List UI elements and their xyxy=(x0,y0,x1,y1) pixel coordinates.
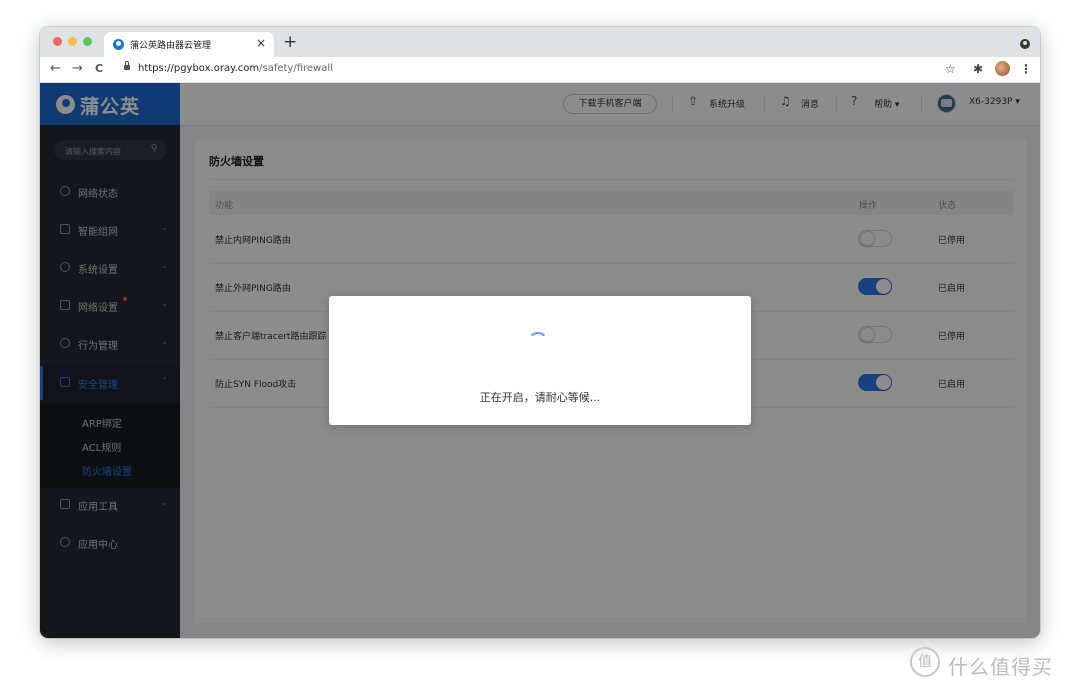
bookmark-star-icon[interactable]: ☆ xyxy=(945,61,956,77)
tab-title: 蒲公英路由器云管理 xyxy=(130,41,212,51)
lock-icon[interactable] xyxy=(124,61,130,70)
new-tab-button[interactable]: + xyxy=(283,32,297,52)
watermark-logo-icon: 值 xyxy=(910,647,940,677)
forward-button[interactable]: → xyxy=(72,61,83,77)
extensions-icon[interactable]: ✱ xyxy=(973,61,983,77)
url-path: /safety/firewall xyxy=(259,63,333,74)
tab-strip: 蒲公英路由器云管理 × + xyxy=(40,27,1040,57)
loading-dialog: 正在开启，请耐心等候... xyxy=(329,296,751,425)
user-avatar[interactable] xyxy=(995,61,1010,76)
back-button[interactable]: ← xyxy=(50,61,61,77)
loading-message: 正在开启，请耐心等候... xyxy=(479,391,601,404)
close-window-button[interactable] xyxy=(53,37,62,46)
browser-menu-icon[interactable]: ⋮ xyxy=(1020,61,1032,77)
loading-spinner-icon xyxy=(528,332,548,352)
browser-window: 蒲公英路由器云管理 × + ← → C https://pgybox.oray.… xyxy=(40,27,1040,638)
watermark-text: 什么值得买 xyxy=(948,655,1053,679)
maximize-window-button[interactable] xyxy=(83,37,92,46)
browser-tab[interactable]: 蒲公英路由器云管理 × xyxy=(104,32,274,57)
tab-close-icon[interactable]: × xyxy=(256,36,266,50)
favicon-icon xyxy=(113,39,124,50)
url-host: https://pgybox.oray.com xyxy=(138,63,260,74)
loading-message-container: 正在开启，请耐心等候... xyxy=(329,389,751,405)
browser-profile-icon[interactable] xyxy=(1020,39,1030,49)
address-toolbar: ← → C https://pgybox.oray.com/safety/fir… xyxy=(40,57,1040,83)
reload-button[interactable]: C xyxy=(95,61,103,77)
minimize-window-button[interactable] xyxy=(68,37,77,46)
address-bar[interactable]: https://pgybox.oray.com/safety/firewall xyxy=(138,63,333,74)
